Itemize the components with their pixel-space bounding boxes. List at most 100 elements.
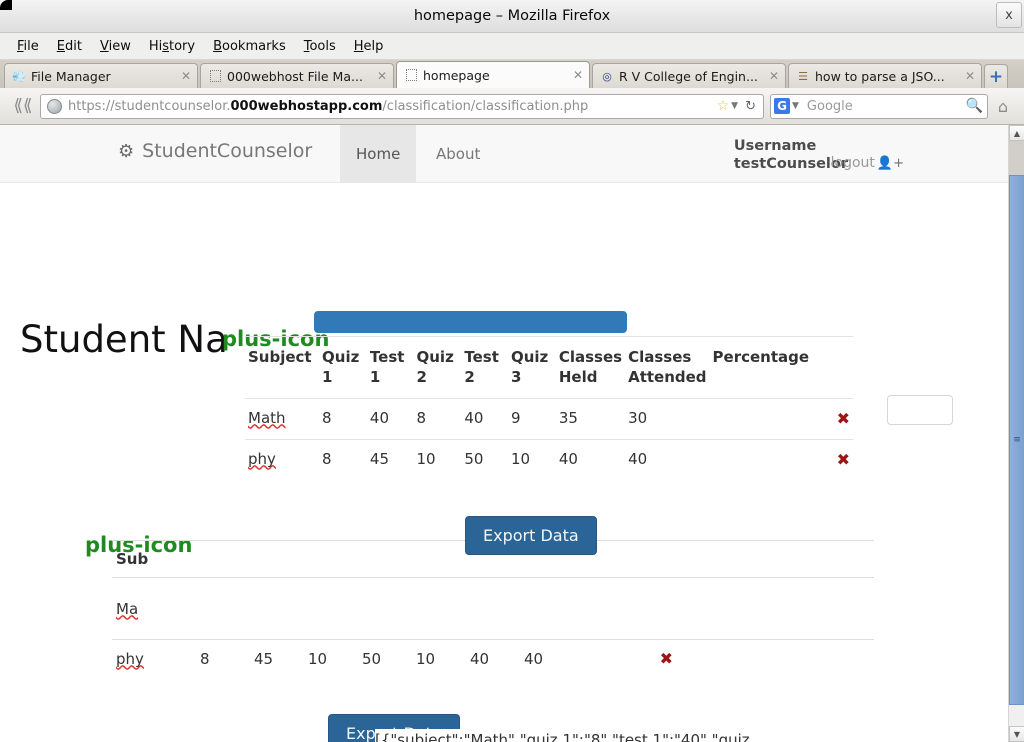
browser-tab-rvce[interactable]: ◎ R V College of Engin... ✕	[592, 63, 786, 88]
cell-quiz1	[196, 577, 250, 640]
tab-label: R V College of Engin...	[619, 68, 758, 84]
header-quiz1: Quiz 1	[319, 336, 367, 398]
close-icon[interactable]: ✕	[377, 69, 387, 83]
header-quiz3	[412, 540, 466, 578]
home-icon[interactable]: ⌂	[988, 97, 1018, 116]
percentage-input[interactable]	[887, 395, 953, 425]
close-icon[interactable]: ✕	[769, 69, 779, 83]
reload-icon[interactable]: ↻	[745, 99, 756, 114]
browser-tab-parse-json[interactable]: ☰ how to parse a JSO... ✕	[788, 63, 982, 88]
cell-classes-held: 40	[466, 639, 520, 677]
background-marks-table: Sub Ma phy 8 45 10 50 10 40 40 ✖	[112, 540, 874, 677]
cell-classes-held	[466, 577, 520, 640]
header-classes-held: Classes Held	[555, 336, 626, 398]
header-subject: Sub	[112, 540, 196, 578]
nav-link-home[interactable]: Home	[340, 125, 417, 182]
browser-tab-000webhost-file-manager[interactable]: 000webhost File Ma... ✕	[200, 63, 394, 88]
gear-icon: ⚙	[118, 140, 135, 162]
menu-file[interactable]: File	[8, 37, 48, 56]
tab-label: homepage	[423, 67, 490, 83]
blank-page-icon	[404, 68, 418, 82]
delete-row-icon[interactable]: ✖	[812, 438, 853, 480]
browser-tab-homepage[interactable]: homepage ✕	[396, 61, 590, 88]
header-line1: Test	[464, 348, 499, 366]
chevron-down-icon[interactable]: ▼	[731, 101, 738, 111]
window-close-button[interactable]: x	[996, 2, 1022, 28]
header-line1: Quiz	[322, 348, 360, 366]
header-line2: 2	[464, 368, 475, 387]
cell-percentage	[709, 438, 813, 480]
cell-delete[interactable]	[655, 577, 874, 640]
site-navbar: ⚙ StudentCounselor Home About Username t…	[0, 125, 1008, 183]
cell-classes-attended: 40	[520, 639, 574, 677]
header-quiz2: Quiz 2	[413, 336, 462, 398]
header-line1: Quiz	[416, 348, 454, 366]
overlay-blue-button-clipped[interactable]	[314, 311, 627, 333]
scroll-down-icon[interactable]: ▼	[1009, 726, 1024, 742]
tab-label: how to parse a JSO...	[815, 68, 945, 84]
cell-quiz3: 9	[507, 397, 556, 439]
browser-tab-file-manager[interactable]: 💨 File Manager ✕	[4, 63, 198, 88]
table-row: phy 8 45 10 50 10 40 40 ✖	[112, 639, 874, 677]
star-icon[interactable]: ☆	[717, 98, 730, 114]
menu-edit[interactable]: Edit	[48, 37, 91, 56]
cell-classes-attended: 40	[625, 438, 710, 480]
delete-row-icon[interactable]: ✖	[655, 639, 874, 677]
export-data-button[interactable]: Export Data	[465, 516, 597, 555]
header-quiz3: Quiz 3	[507, 336, 556, 398]
close-icon[interactable]: ✕	[573, 68, 583, 82]
url-prefix: https://studentcounselor.	[68, 98, 231, 114]
header-line2: 3	[510, 368, 522, 387]
cell-classes-held: 35	[555, 397, 626, 439]
magnifier-icon[interactable]: 🔍	[966, 98, 983, 114]
menu-bookmarks[interactable]: Bookmarks	[204, 37, 295, 56]
scrollbar-track[interactable]	[1009, 141, 1024, 175]
cell-test2: 40	[461, 397, 508, 439]
close-icon[interactable]: ✕	[965, 69, 975, 83]
header-line1: Classes	[558, 348, 623, 366]
url-bar[interactable]: https://studentcounselor.000webhostapp.c…	[40, 93, 764, 119]
header-line2: Held	[558, 368, 598, 387]
header-test2: Test 2	[461, 336, 508, 398]
cell-quiz2: 10	[413, 438, 462, 480]
cell-test1: 45	[366, 438, 414, 480]
scrollbar-thumb[interactable]: ≡	[1009, 175, 1024, 705]
scroll-up-icon[interactable]: ▲	[1009, 125, 1024, 141]
firefox-icon: 💨	[12, 69, 26, 83]
chevron-down-icon[interactable]: ▼	[792, 101, 799, 111]
table-row: phy 8 45 10 50 10 40 40 ✖	[245, 438, 853, 480]
header-line2: Attended	[628, 368, 707, 387]
page-viewport: ⚙ StudentCounselor Home About Username t…	[0, 125, 1008, 742]
tab-label: 000webhost File Ma...	[227, 68, 363, 84]
search-bar[interactable]: G ▼ Google 🔍	[770, 93, 988, 119]
menu-tools[interactable]: Tools	[295, 37, 345, 56]
back-arrow-icon[interactable]: ⟪⟪	[6, 93, 40, 119]
java-icon: ☰	[798, 69, 808, 83]
cell-quiz3: 10	[507, 438, 556, 480]
site-brand[interactable]: ⚙ StudentCounselor	[118, 140, 312, 162]
delete-row-icon[interactable]: ✖	[812, 397, 853, 439]
search-input[interactable]: Google	[803, 99, 966, 114]
export-json-output: [{"subject":"Math","quiz 1":"8","test 1"…	[375, 729, 835, 742]
nav-link-about[interactable]: About	[420, 125, 496, 182]
new-tab-button[interactable]: +	[984, 64, 1008, 88]
cell-quiz1: 8	[196, 639, 250, 677]
cell-test2	[358, 577, 412, 640]
header-line1: Subject	[248, 348, 312, 366]
cell-test2: 50	[358, 639, 412, 677]
header-line2: 1	[369, 368, 381, 387]
page-title: Student Na	[20, 318, 228, 361]
url-domain: 000webhostapp.com	[230, 98, 383, 114]
header-test2	[358, 540, 412, 578]
cell-test2: 50	[461, 438, 508, 480]
menu-history[interactable]: History	[140, 37, 204, 56]
close-icon[interactable]: ✕	[181, 69, 191, 83]
menu-view[interactable]: View	[91, 37, 140, 56]
header-percentage: Percentage	[709, 336, 813, 398]
menu-help[interactable]: Help	[345, 37, 393, 56]
google-icon[interactable]: G	[774, 98, 790, 114]
header-line1: Test	[369, 348, 405, 366]
page-scrollbar[interactable]: ▲ ≡ ▼	[1008, 125, 1024, 742]
cell-quiz1: 8	[319, 397, 367, 439]
logout-link[interactable]: logout 👤+	[831, 155, 904, 171]
